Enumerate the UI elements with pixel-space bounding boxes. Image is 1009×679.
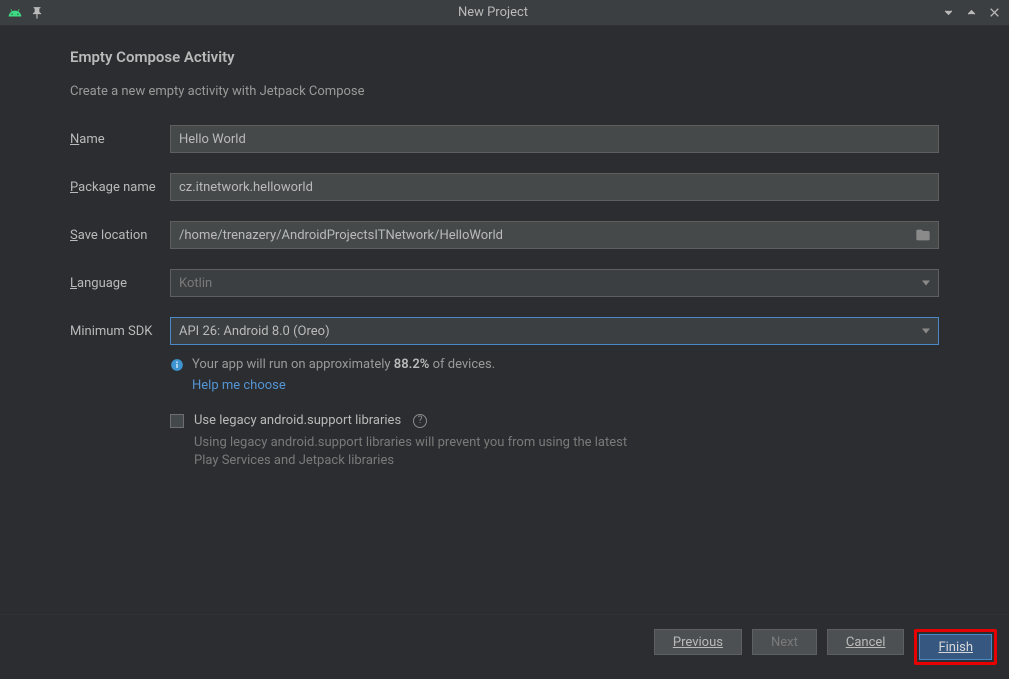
close-icon[interactable] bbox=[988, 6, 1001, 19]
next-button: Next bbox=[752, 629, 817, 655]
language-row: Language Kotlin bbox=[70, 269, 939, 297]
minsdk-value: API 26: Android 8.0 (Oreo) bbox=[179, 324, 330, 339]
legacy-checkbox[interactable] bbox=[170, 414, 184, 428]
chevron-up-icon[interactable] bbox=[965, 6, 978, 19]
location-input[interactable] bbox=[170, 221, 939, 249]
pin-icon[interactable] bbox=[30, 6, 44, 20]
minsdk-row: Minimum SDK API 26: Android 8.0 (Oreo) bbox=[70, 317, 939, 345]
package-input[interactable] bbox=[170, 173, 939, 201]
legacy-desc: Using legacy android.support libraries w… bbox=[194, 434, 634, 470]
package-row: Package name bbox=[70, 173, 939, 201]
title-bar: New Project bbox=[0, 0, 1009, 26]
name-label: Name bbox=[70, 132, 170, 147]
android-icon bbox=[8, 6, 22, 20]
legacy-label: Use legacy android.support libraries bbox=[194, 413, 401, 428]
language-label: Language bbox=[70, 276, 170, 291]
language-select: Kotlin bbox=[170, 269, 939, 297]
legacy-section: Use legacy android.support libraries ? U… bbox=[170, 413, 939, 470]
location-label: Save location bbox=[70, 228, 170, 243]
window-title: New Project bbox=[44, 5, 942, 20]
name-row: Name bbox=[70, 125, 939, 153]
language-value: Kotlin bbox=[179, 276, 212, 291]
minsdk-label: Minimum SDK bbox=[70, 324, 170, 339]
footer-bar: Previous Next Cancel Finish bbox=[0, 614, 1009, 679]
help-icon[interactable]: ? bbox=[413, 414, 427, 428]
info-section: Your app will run on approximately 88.2%… bbox=[170, 357, 939, 393]
info-text: Your app will run on approximately 88.2%… bbox=[192, 357, 495, 372]
name-input[interactable] bbox=[170, 125, 939, 153]
finish-button[interactable]: Finish bbox=[919, 634, 992, 660]
chevron-down-icon[interactable] bbox=[942, 6, 955, 19]
minsdk-select[interactable]: API 26: Android 8.0 (Oreo) bbox=[170, 317, 939, 345]
location-row: Save location bbox=[70, 221, 939, 249]
folder-icon[interactable] bbox=[915, 227, 931, 243]
content-area: Empty Compose Activity Create a new empt… bbox=[0, 26, 1009, 614]
cancel-button[interactable]: Cancel bbox=[827, 629, 905, 655]
page-title: Empty Compose Activity bbox=[70, 48, 939, 66]
previous-button[interactable]: Previous bbox=[654, 629, 742, 655]
finish-highlight: Finish bbox=[914, 629, 997, 665]
chevron-down-icon bbox=[922, 281, 930, 286]
help-choose-link[interactable]: Help me choose bbox=[192, 378, 939, 393]
package-label: Package name bbox=[70, 180, 170, 195]
chevron-down-icon bbox=[922, 329, 930, 334]
info-icon bbox=[170, 358, 184, 372]
page-subtitle: Create a new empty activity with Jetpack… bbox=[70, 84, 939, 99]
